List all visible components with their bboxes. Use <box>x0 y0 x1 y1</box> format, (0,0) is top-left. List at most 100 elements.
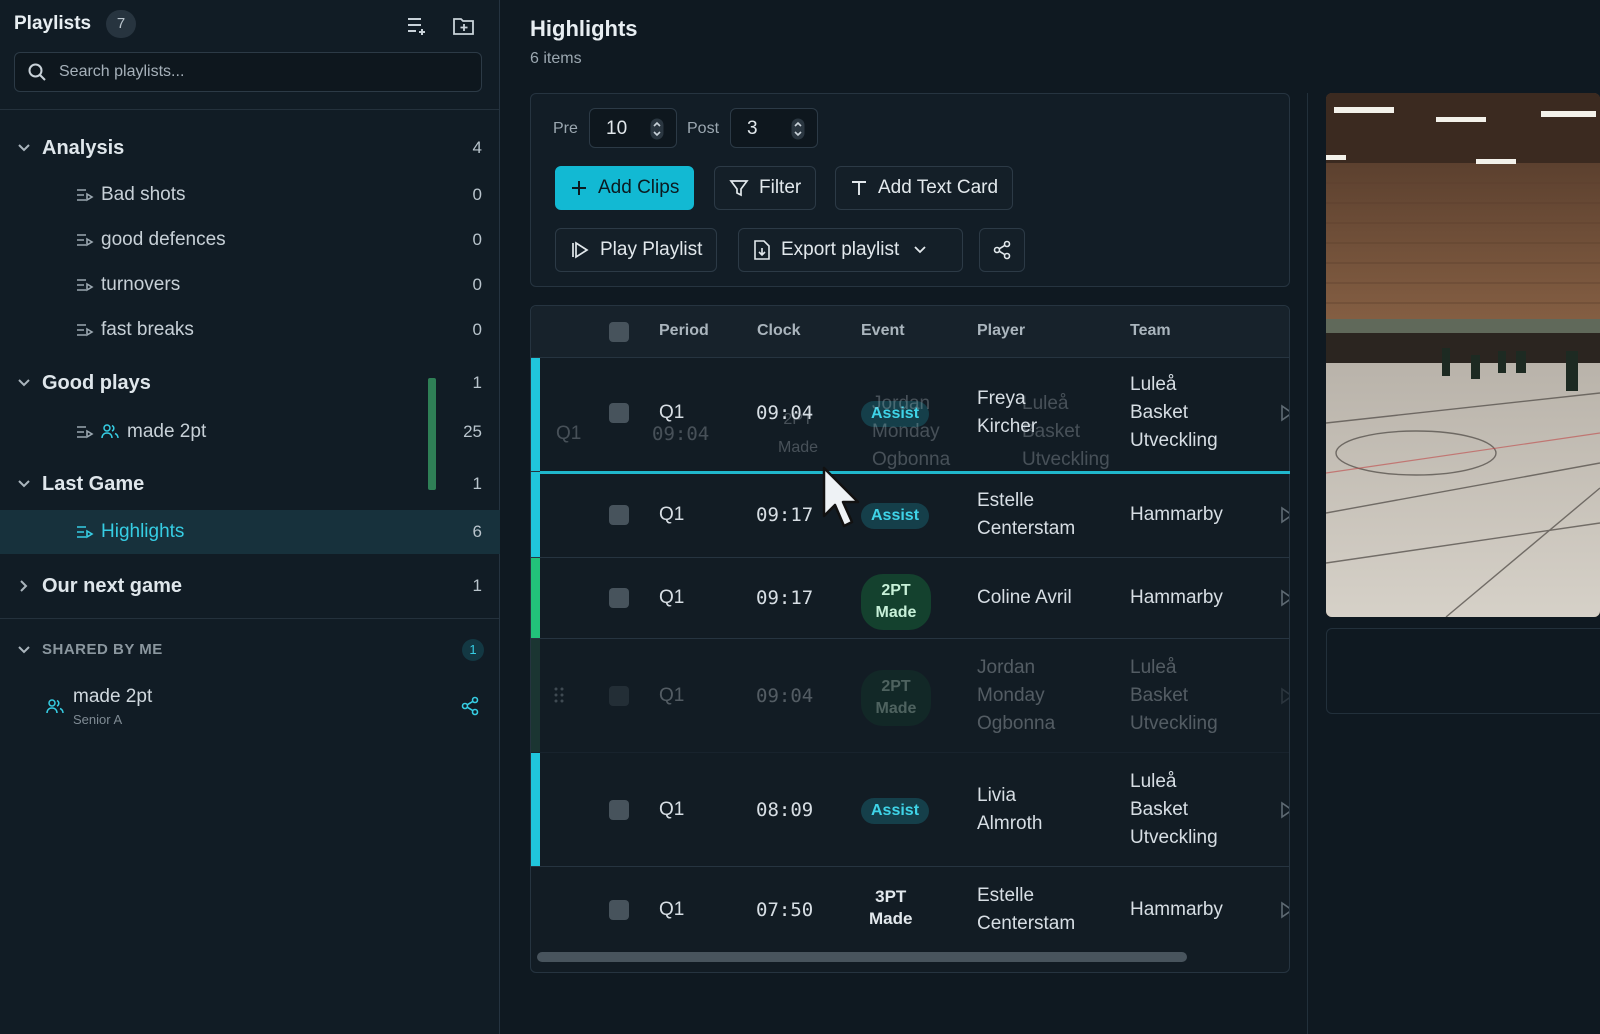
search-input[interactable] <box>59 53 469 91</box>
playlist-count: 25 <box>463 422 482 441</box>
playlist-item-good-defences[interactable]: good defences 0 <box>0 218 500 262</box>
ghost-clock: 09:04 <box>652 423 710 445</box>
text-icon <box>852 181 866 195</box>
ghost-team: Luleå <box>1022 393 1069 414</box>
select-all-checkbox[interactable] <box>609 322 629 342</box>
event-line: Made <box>869 909 913 928</box>
group-our-next-game[interactable]: Our next game 1 <box>0 566 500 606</box>
player-line: Coline Avril <box>977 587 1072 608</box>
button-label: Export playlist <box>781 239 900 260</box>
team-line: Hammarby <box>1130 587 1223 608</box>
playlist-item-highlights[interactable]: Highlights 6 <box>0 510 500 554</box>
play-clip-icon[interactable] <box>1279 900 1289 925</box>
group-count: 1 <box>472 474 482 493</box>
column-header-clock[interactable]: Clock <box>757 322 801 340</box>
post-label: Post <box>687 120 720 137</box>
add-clips-button[interactable]: Add Clips <box>555 166 695 210</box>
playlist-item-bad-shots[interactable]: Bad shots 0 <box>0 173 500 217</box>
shared-playlist-item[interactable]: made 2pt Senior A <box>0 682 500 732</box>
row-checkbox[interactable] <box>609 900 629 920</box>
playlist-count: 6 <box>472 522 482 541</box>
event-line: Made <box>875 604 917 621</box>
play-clip-icon[interactable] <box>1279 800 1289 825</box>
play-clip-icon[interactable] <box>1279 505 1289 530</box>
table-row-dragging[interactable]: Q1 09:04 2PT Made Jordan Monday Ogbonna … <box>531 639 1289 753</box>
table-row[interactable]: Q1 09:17 Assist Estelle Centerstam Hamma… <box>531 472 1289 558</box>
player-line: Monday <box>977 685 1045 706</box>
drop-indicator-bar <box>428 378 436 490</box>
row-checkbox[interactable] <box>609 505 629 525</box>
group-label: SHARED BY ME <box>42 641 163 658</box>
playlist-icon <box>76 524 94 545</box>
post-stepper[interactable]: 3 <box>730 108 818 148</box>
row-color-stripe <box>531 358 540 471</box>
chevron-right-icon <box>16 578 32 599</box>
horizontal-scrollbar[interactable] <box>537 952 1187 962</box>
group-label: Our next game <box>42 575 183 597</box>
shared-item-team: Senior A <box>73 712 123 727</box>
play-clip-icon[interactable] <box>1279 588 1289 613</box>
group-label: Analysis <box>42 137 125 159</box>
shared-users-icon <box>101 423 119 444</box>
player-line: Ogbonna <box>977 713 1056 734</box>
search-playlists-field[interactable] <box>14 52 482 92</box>
playlist-item-fast-breaks[interactable]: fast breaks 0 <box>0 308 500 352</box>
team-line: Utveckling <box>1130 827 1218 848</box>
share-icon[interactable] <box>460 696 480 721</box>
table-row[interactable]: Q1 08:09 Assist Livia Almroth Luleå Bask… <box>531 753 1289 867</box>
group-last-game[interactable]: Last Game 1 <box>0 464 500 504</box>
row-checkbox[interactable] <box>609 588 629 608</box>
export-playlist-button[interactable]: Export playlist <box>738 228 963 272</box>
button-label: Play Playlist <box>600 239 703 260</box>
column-header-event[interactable]: Event <box>861 322 905 340</box>
list-add-icon <box>408 18 425 35</box>
row-checkbox[interactable] <box>609 686 629 706</box>
play-clip-icon[interactable] <box>1279 403 1289 428</box>
player-line: Centerstam <box>977 518 1076 539</box>
playlist-label: turnovers <box>101 274 181 295</box>
column-header-team[interactable]: Team <box>1130 322 1171 340</box>
video-info-panel <box>1326 628 1600 714</box>
share-button[interactable] <box>979 228 1025 272</box>
stepper-arrows-icon[interactable] <box>791 118 805 145</box>
share-icon <box>993 240 1011 260</box>
column-header-player[interactable]: Player <box>977 322 1025 340</box>
event-tag: 2PT Made <box>861 574 931 630</box>
new-playlist-button[interactable] <box>404 12 432 40</box>
row-checkbox[interactable] <box>609 800 629 820</box>
add-text-card-button[interactable]: Add Text Card <box>835 166 1014 210</box>
drag-preview: Q1 09:04 2PT Made Jordan Monday Ogbonna … <box>548 393 1110 472</box>
playlist-icon <box>76 187 94 208</box>
player-line: Centerstam <box>977 913 1076 934</box>
table-row[interactable]: Q1 09:17 2PT Made Coline Avril Hammarby <box>531 558 1289 639</box>
play-clip-icon[interactable] <box>1279 686 1289 711</box>
panel-divider <box>1307 93 1308 1034</box>
playlist-label: made 2pt <box>127 421 207 442</box>
event-line: 2PT <box>881 678 911 695</box>
playlist-label: good defences <box>101 229 226 250</box>
video-preview[interactable] <box>1326 93 1600 617</box>
playlist-item-made-2pt[interactable]: made 2pt 25 <box>0 410 500 454</box>
play-playlist-button[interactable]: Play Playlist <box>555 228 718 272</box>
drag-handle-icon[interactable] <box>553 686 565 709</box>
event-tag: Assist <box>861 503 930 529</box>
playlist-item-turnovers[interactable]: turnovers 0 <box>0 263 500 307</box>
play-icon <box>572 241 589 259</box>
chevron-down-icon <box>16 642 32 663</box>
sidebar-title: Playlists <box>14 13 92 34</box>
ghost-team: Utveckling <box>1022 449 1110 470</box>
group-analysis[interactable]: Analysis 4 <box>0 128 500 168</box>
table-row[interactable]: Q1 07:50 3PT Made Estelle Centerstam Ham… <box>531 867 1289 953</box>
column-header-period[interactable]: Period <box>659 322 709 340</box>
row-color-stripe <box>531 639 540 752</box>
team-line: Basket <box>1130 402 1189 423</box>
group-good-plays[interactable]: Good plays 1 <box>0 363 500 403</box>
pre-stepper[interactable]: 10 <box>589 108 677 148</box>
playlist-count: 0 <box>472 320 482 339</box>
stepper-arrows-icon[interactable] <box>650 118 664 145</box>
new-folder-button[interactable] <box>450 12 478 40</box>
player-line: Jordan <box>977 657 1036 678</box>
group-shared-by-me[interactable]: SHARED BY ME 1 <box>0 630 500 670</box>
playlist-toolbar: Pre 10 Post 3 Add Clips Filter Add Text … <box>530 93 1290 287</box>
filter-button[interactable]: Filter <box>714 166 817 210</box>
